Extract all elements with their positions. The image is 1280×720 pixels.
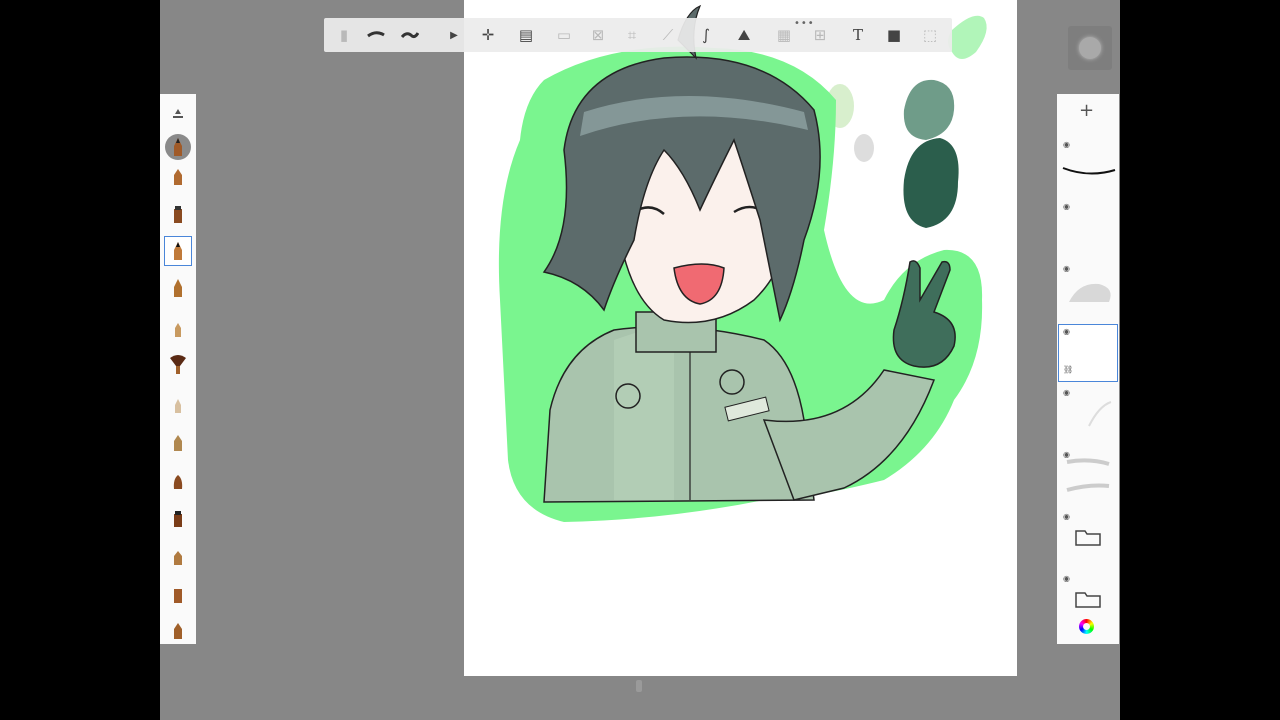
stamp-icon[interactable]: ▦: [774, 25, 794, 45]
curve-icon[interactable]: ∫: [696, 25, 716, 45]
ruler-icon[interactable]: ⟋: [658, 25, 678, 45]
layer-folder-1[interactable]: ◉: [1059, 510, 1117, 566]
palette-swatch-light-green: [948, 15, 987, 59]
brush-paint-brush[interactable]: [166, 466, 190, 494]
folder-icon: [1075, 530, 1101, 546]
brush-ballpoint[interactable]: [164, 236, 192, 266]
eye-icon[interactable]: ◉: [1063, 450, 1070, 459]
bottom-drag-handle[interactable]: [636, 680, 642, 692]
brush-palette: [160, 94, 196, 644]
brush-pencil[interactable]: [165, 134, 191, 160]
brush-panel-handle-icon[interactable]: [166, 100, 190, 128]
brush-chisel[interactable]: [166, 504, 190, 532]
palette-swatch-dark-green: [903, 138, 959, 228]
palette-swatch-mid-green: [903, 79, 955, 140]
jacket: [543, 325, 815, 503]
transform-icon[interactable]: ✛: [478, 25, 498, 45]
layer-active[interactable]: ◉ ⛓: [1058, 324, 1118, 382]
brush-airbrush[interactable]: [166, 314, 190, 342]
lock-icon[interactable]: ⛓: [1063, 365, 1073, 374]
crop-icon[interactable]: ▤: [516, 25, 536, 45]
text-icon[interactable]: T: [848, 25, 868, 45]
brush-pencil-soft[interactable]: [166, 162, 190, 190]
brush-stroke-icon[interactable]: [366, 25, 386, 45]
top-toolbar: ••• ▮ ▶ ✛ ▤ ▭ ⊠ ⌗ ⟋ ∫ ⛰ ▦ ⊞ T ■ ⬚: [324, 18, 952, 52]
fullscreen-icon[interactable]: ⬚: [920, 25, 940, 45]
brush-marker[interactable]: [166, 200, 190, 228]
brush-flat-brush[interactable]: [166, 580, 190, 608]
brush-preview-puck[interactable]: [1068, 26, 1112, 70]
layer-shading[interactable]: ◉: [1059, 262, 1117, 318]
fill-icon[interactable]: ⊞: [810, 25, 830, 45]
add-layer-button[interactable]: +: [1079, 100, 1094, 121]
smooth-stroke-icon[interactable]: [400, 25, 420, 45]
brush-blender[interactable]: [166, 390, 190, 418]
folder-icon: [1075, 592, 1101, 608]
layer-sketch[interactable]: ◉: [1059, 386, 1117, 442]
brush-fan-brush[interactable]: [166, 350, 190, 378]
eye-icon[interactable]: ◉: [1063, 264, 1070, 273]
brush-eraser[interactable]: [166, 428, 190, 456]
eye-icon[interactable]: ◉: [1063, 574, 1070, 583]
eye-icon[interactable]: ◉: [1063, 327, 1070, 336]
perspective-icon[interactable]: ⌗: [622, 25, 642, 45]
layer-line-art[interactable]: ◉: [1059, 138, 1117, 194]
brush-smudge[interactable]: [166, 542, 190, 570]
drawing-canvas[interactable]: [464, 0, 1017, 676]
palette-swatch-grey: [854, 134, 874, 162]
video-icon[interactable]: ■: [884, 25, 904, 45]
eye-icon[interactable]: ◉: [1063, 202, 1070, 211]
layer-panel: + ◉ ◉ ◉ ◉ ⛓ ◉ ◉ ◉ ◉: [1057, 94, 1119, 644]
layer-rough-sketch[interactable]: ◉: [1059, 448, 1117, 504]
brush-technical-pen[interactable]: [166, 274, 190, 302]
menu-icon[interactable]: ▮: [334, 25, 354, 45]
artwork: [498, 4, 987, 523]
arrow-icon[interactable]: ▶: [444, 25, 464, 45]
image-icon[interactable]: ⛰: [734, 25, 754, 45]
brush-chalk[interactable]: [166, 616, 190, 644]
symmetry-icon[interactable]: ⊠: [588, 25, 608, 45]
color-wheel-icon[interactable]: [1079, 619, 1094, 634]
selection-icon[interactable]: ▭: [554, 25, 574, 45]
eye-icon[interactable]: ◉: [1063, 388, 1070, 397]
eye-icon[interactable]: ◉: [1063, 512, 1070, 521]
drawing-app-window: ••• ▮ ▶ ✛ ▤ ▭ ⊠ ⌗ ⟋ ∫ ⛰ ▦ ⊞ T ■ ⬚ + ◉ ◉ …: [160, 0, 1120, 720]
eye-icon[interactable]: ◉: [1063, 140, 1070, 149]
layer-empty[interactable]: ◉: [1059, 200, 1117, 256]
